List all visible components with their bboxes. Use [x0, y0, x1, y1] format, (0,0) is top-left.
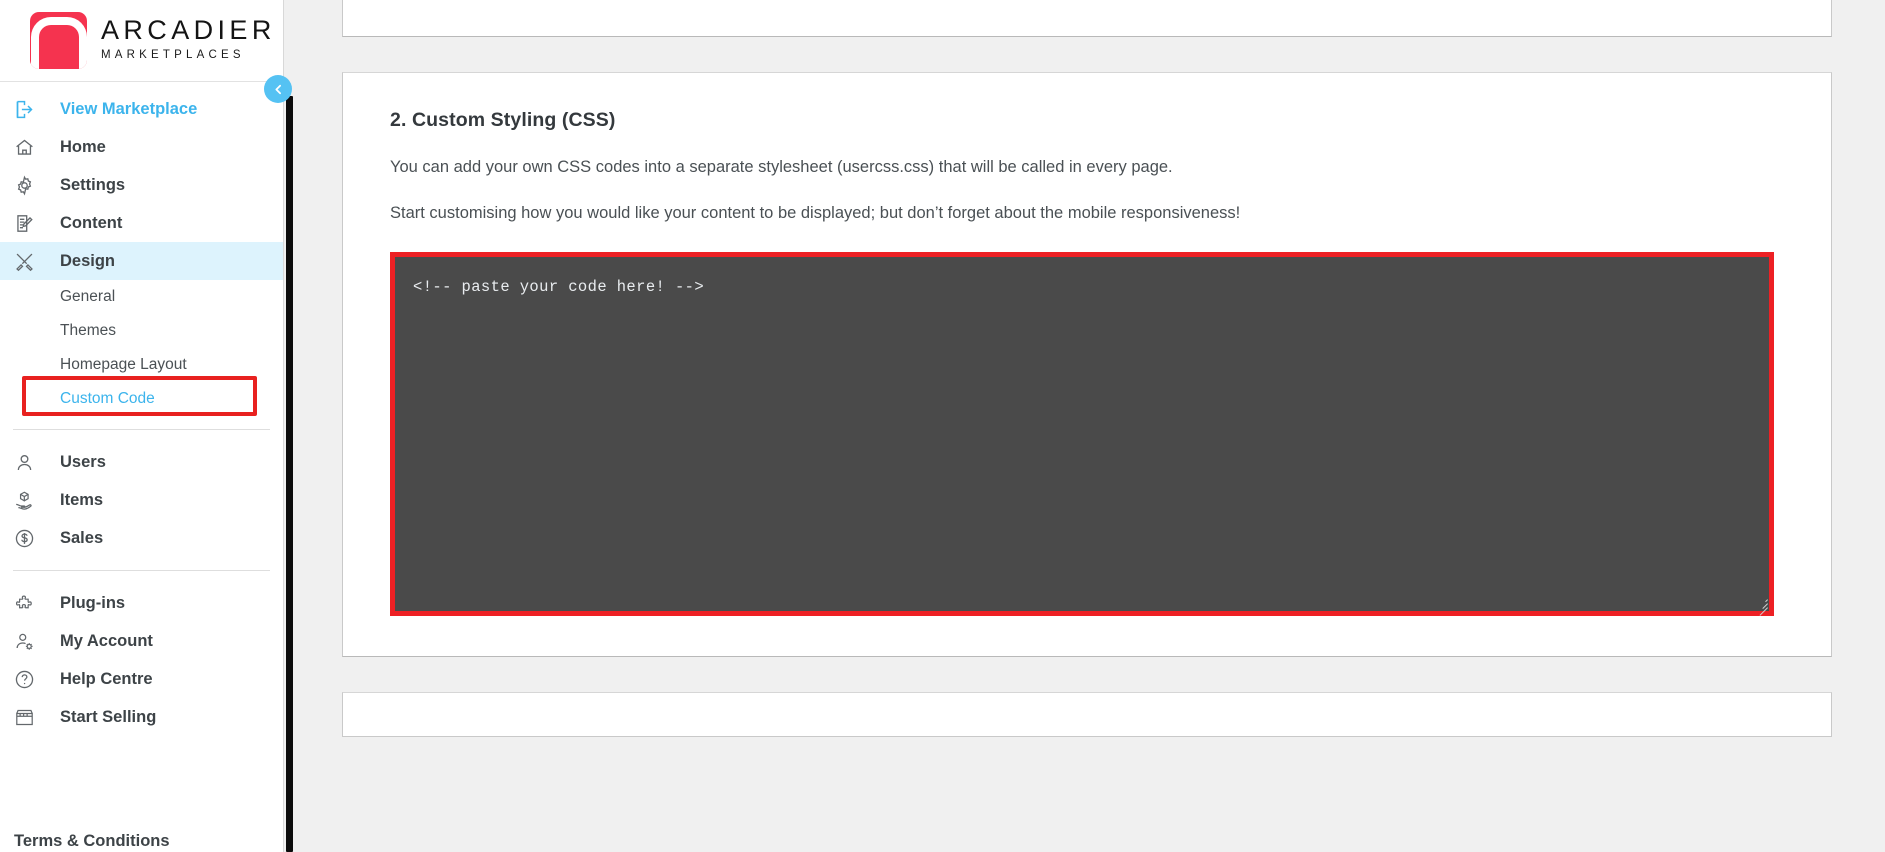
section-paragraph-2: Start customising how you would like you…: [390, 203, 1241, 222]
main-content: 2. Custom Styling (CSS) You can add your…: [284, 0, 1885, 852]
arcadier-logo-icon: [30, 12, 87, 69]
sidebar-item-label: Help Centre: [60, 669, 153, 688]
sidebar-item-help-centre[interactable]: Help Centre: [0, 660, 283, 698]
sidebar-subitem-general[interactable]: General: [0, 280, 283, 314]
sidebar-subitem-themes[interactable]: Themes: [0, 314, 283, 348]
sidebar-item-label: Items: [60, 490, 104, 509]
sidebar-item-start-selling[interactable]: Start Selling: [0, 698, 283, 736]
previous-section-card: [342, 0, 1832, 37]
storefront-icon: [14, 704, 44, 730]
sidebar-item-label: Sales: [60, 528, 104, 547]
css-code-textarea[interactable]: [395, 256, 1769, 611]
terms-and-conditions-link[interactable]: Terms & Conditions: [14, 832, 170, 850]
custom-styling-css-card: 2. Custom Styling (CSS) You can add your…: [342, 72, 1832, 657]
sidebar-item-label: Start Selling: [60, 707, 157, 726]
sidebar-item-home[interactable]: Home: [0, 128, 283, 166]
document-pencil-icon: [14, 210, 44, 236]
sidebar-item-users[interactable]: Users: [0, 443, 283, 481]
sidebar-scrollbar[interactable]: [284, 0, 294, 852]
sidebar-scrollbar-thumb[interactable]: [286, 96, 293, 852]
item-hand-icon: [14, 487, 44, 513]
exit-arrow-icon: [14, 96, 44, 122]
sidebar-subitem-label: Homepage Layout: [60, 356, 187, 373]
sidebar-item-items[interactable]: Items: [0, 481, 283, 519]
sidebar-item-label: Home: [60, 137, 106, 156]
sidebar-footer: Terms & Conditions: [0, 830, 283, 852]
brand-logo[interactable]: ARCADIER MARKETPLACES: [0, 0, 283, 82]
sidebar-item-label: My Account: [60, 631, 153, 650]
home-icon: [14, 134, 44, 160]
brand-title: ARCADIER: [101, 15, 276, 46]
sidebar-subitem-label: Themes: [60, 322, 116, 339]
sidebar-subitem-homepage-layout[interactable]: Homepage Layout: [0, 348, 283, 382]
dollar-circle-icon: [14, 525, 44, 551]
sidebar-subitem-label: General: [60, 288, 116, 305]
sidebar-item-label: Settings: [60, 175, 126, 194]
question-circle-icon: [14, 666, 44, 692]
page-title: 2. Custom Styling (CSS): [390, 109, 616, 131]
sidebar-nav: View Marketplace Home Settings Content D…: [0, 82, 283, 736]
user-gear-icon: [14, 628, 44, 654]
card-gap-2: [342, 657, 1832, 692]
sidebar-item-label: Content: [60, 213, 123, 232]
sidebar-subitem-custom-code[interactable]: Custom Code: [0, 382, 283, 416]
sidebar-item-sales[interactable]: Sales: [0, 519, 283, 557]
user-icon: [14, 449, 44, 475]
sidebar-item-design[interactable]: Design: [0, 242, 283, 280]
sidebar-item-label: View Marketplace: [60, 99, 198, 118]
sidebar-item-label: Plug-ins: [60, 593, 126, 612]
css-code-editor-wrapper: [390, 251, 1774, 616]
sidebar-item-settings[interactable]: Settings: [0, 166, 283, 204]
sidebar-item-label: Design: [60, 251, 116, 270]
next-section-card: [342, 691, 1832, 737]
sidebar-item-content[interactable]: Content: [0, 204, 283, 242]
puzzle-icon: [14, 590, 44, 616]
section-paragraph-1: You can add your own CSS codes into a se…: [390, 158, 1173, 176]
sidebar-divider-2: [13, 570, 270, 571]
chevron-left-icon: [274, 84, 281, 94]
gear-icon: [14, 172, 44, 198]
sidebar-item-view-marketplace[interactable]: View Marketplace: [0, 90, 283, 128]
brush-ruler-icon: [14, 248, 44, 274]
sidebar-item-label: Users: [60, 452, 106, 471]
sidebar: ARCADIER MARKETPLACES View Marketplace H…: [0, 0, 284, 852]
sidebar-subitem-label: Custom Code: [60, 390, 155, 407]
admin-dashboard: ARCADIER MARKETPLACES View Marketplace H…: [0, 0, 1885, 852]
card-gap-1: [342, 37, 1832, 72]
sidebar-divider-1: [13, 429, 270, 430]
sidebar-item-my-account[interactable]: My Account: [0, 622, 283, 660]
brand-subtitle: MARKETPLACES: [101, 49, 245, 62]
sidebar-item-plug-ins[interactable]: Plug-ins: [0, 584, 283, 622]
sidebar-collapse-button[interactable]: [264, 75, 292, 103]
